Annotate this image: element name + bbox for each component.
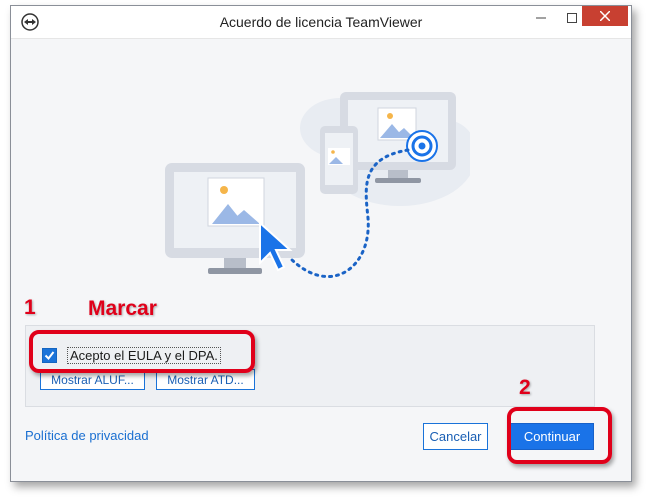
annotation-step-1-text: Marcar (88, 297, 157, 320)
title-bar[interactable]: Acuerdo de licencia TeamViewer (11, 6, 631, 39)
monitor-icon (165, 163, 305, 274)
phone-icon (320, 126, 358, 194)
annotation-step-1-number: 1 (24, 296, 36, 319)
annotation-highlight-checkbox (29, 330, 255, 373)
target-icon (406, 130, 438, 162)
privacy-policy-link[interactable]: Política de privacidad (25, 428, 149, 443)
remote-connection-illustration (165, 92, 470, 278)
annotation-step-2-number: 2 (519, 376, 531, 399)
minimize-icon[interactable] (526, 6, 556, 30)
close-icon[interactable] (582, 6, 628, 26)
annotation-highlight-continue (507, 407, 612, 464)
cancel-button[interactable]: Cancelar (423, 423, 488, 450)
